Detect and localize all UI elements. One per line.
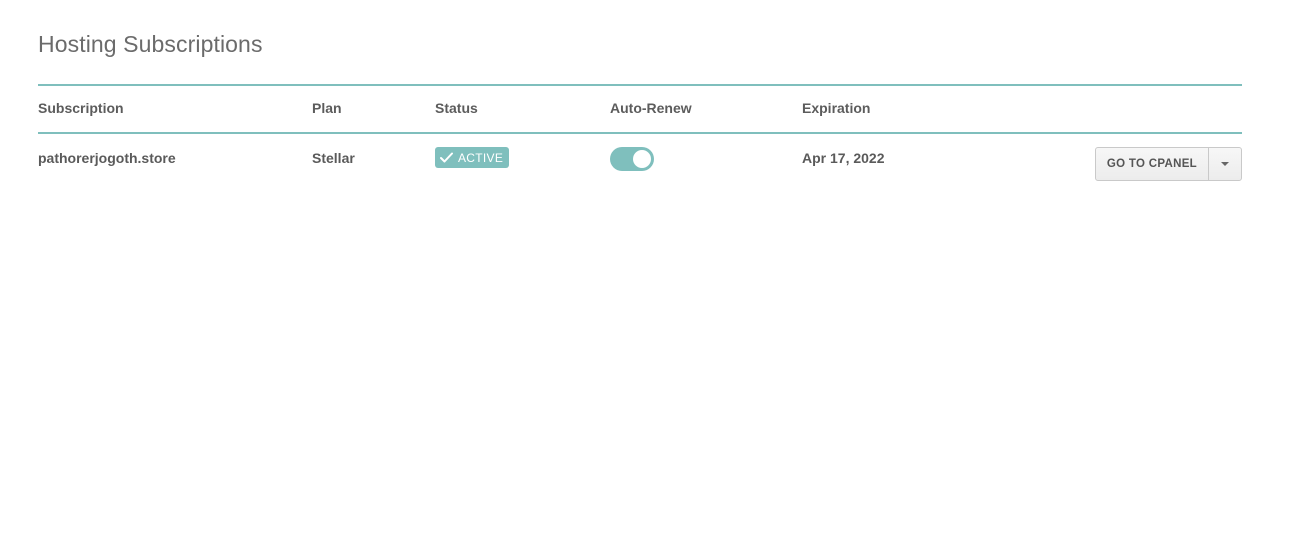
table-row: pathorerjogoth.store Stellar ACTIVE Apr … [38, 134, 1242, 194]
go-to-cpanel-button[interactable]: GO TO CPANEL [1096, 148, 1209, 180]
column-header-subscription: Subscription [38, 100, 124, 116]
chevron-down-icon [1221, 162, 1229, 166]
column-header-plan: Plan [312, 100, 342, 116]
page-title: Hosting Subscriptions [38, 31, 263, 57]
subscription-plan: Stellar [312, 150, 355, 166]
column-header-expiration: Expiration [802, 100, 871, 116]
column-header-auto-renew: Auto-Renew [610, 100, 692, 116]
auto-renew-toggle[interactable] [610, 147, 654, 171]
subscription-domain: pathorerjogoth.store [38, 150, 176, 166]
status-badge: ACTIVE [435, 147, 510, 168]
column-header-status: Status [435, 100, 478, 116]
subscriptions-table: Subscription Plan Status Auto-Renew Expi… [38, 84, 1242, 194]
cpanel-button-group: GO TO CPANEL [1094, 147, 1242, 181]
toggle-knob [633, 150, 651, 168]
status-badge-label: ACTIVE [458, 150, 504, 165]
checkmark-icon [440, 152, 453, 163]
actions-dropdown-toggle[interactable] [1209, 148, 1241, 180]
expiration-date: Apr 17, 2022 [802, 150, 885, 166]
table-header-row: Subscription Plan Status Auto-Renew Expi… [38, 86, 1242, 134]
